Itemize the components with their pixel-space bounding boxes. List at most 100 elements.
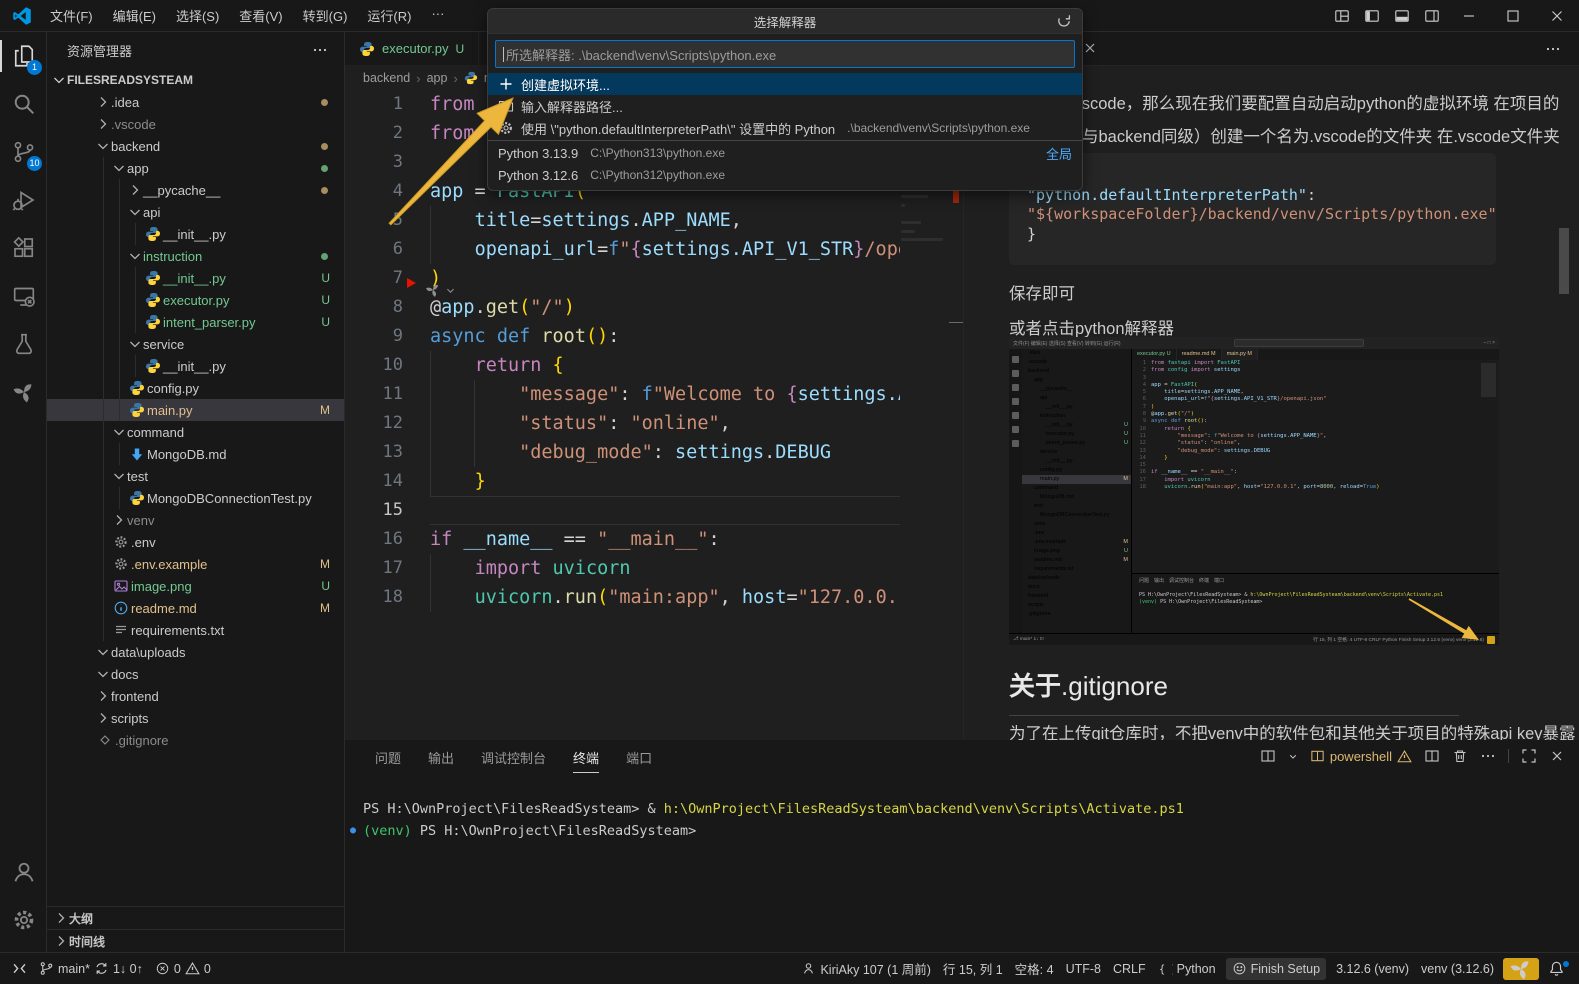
quickpick-item[interactable]: 创建虚拟环境... (488, 73, 1082, 95)
sidebar-section-大纲[interactable]: 大纲 (47, 906, 344, 929)
terminal-output[interactable]: PS H:\OwnProject\FilesReadSysteam> & h:\… (363, 798, 1569, 842)
panel-tab-调试控制台[interactable]: 调试控制台 (481, 748, 546, 773)
activity-source-control[interactable]: 10 (0, 128, 47, 176)
tree-item-datauploads[interactable]: data\uploads (47, 641, 344, 663)
activity-accounts[interactable] (0, 848, 47, 896)
tree-item-__init__.py[interactable]: __init__.pyU (47, 267, 344, 289)
menu-item[interactable]: 文件(F) (42, 3, 101, 28)
panel-tab-端口[interactable]: 端口 (626, 748, 652, 773)
activity-ai-extension[interactable] (0, 368, 47, 416)
close-tab-icon[interactable] (1082, 40, 1098, 56)
more-actions-icon[interactable] (312, 42, 328, 58)
tree-item-app[interactable]: app (47, 157, 344, 179)
code-line: @app.get("/") (430, 293, 900, 322)
status-item-Python[interactable]: { }Python (1152, 958, 1222, 980)
tree-item-frontend[interactable]: frontend (47, 685, 344, 707)
tree-item-main.py[interactable]: main.pyM (47, 399, 344, 421)
menu-item[interactable]: 选择(S) (168, 3, 227, 28)
git-branch-status[interactable]: main*1↓ 0↑ (33, 958, 149, 980)
more-actions-icon[interactable] (1545, 41, 1561, 57)
tree-item-MongoDB.md[interactable]: MongoDB.md (47, 443, 344, 465)
toggle-panel-icon[interactable] (1387, 2, 1417, 30)
close-button[interactable] (1535, 0, 1579, 32)
status-item-UTF8[interactable]: UTF-8 (1060, 958, 1107, 980)
interpreter-input[interactable]: 所选解释器: .\backend\venv\Scripts\python.exe (495, 40, 1075, 68)
status-item-pinwheel[interactable] (1503, 958, 1539, 980)
activity-settings[interactable] (0, 896, 47, 944)
remote-indicator[interactable] (6, 958, 33, 980)
activity-extensions[interactable] (0, 224, 47, 272)
toggle-sidebar-icon[interactable] (1357, 2, 1387, 30)
tree-item-command[interactable]: command (47, 421, 344, 443)
tree-item-.gitignore[interactable]: .gitignore (47, 729, 344, 751)
quickpick-item[interactable]: 使用 \"python.defaultInterpreterPath\" 设置中… (488, 117, 1082, 139)
tree-item-__pycache__[interactable]: __pycache__ (47, 179, 344, 201)
panel-tab-输出[interactable]: 输出 (428, 748, 454, 773)
terminal-shell-label[interactable]: powershell (1310, 748, 1412, 764)
tree-item-__init__.py[interactable]: __init__.py (47, 223, 344, 245)
menu-item[interactable]: 查看(V) (231, 3, 290, 28)
tree-item-backend[interactable]: backend (47, 135, 344, 157)
status-item-3126venv[interactable]: 3.12.6 (venv) (1330, 958, 1415, 980)
activity-run-debug[interactable] (0, 176, 47, 224)
status-item-venv3126[interactable]: venv (3.12.6) (1415, 958, 1500, 980)
tree-item-.vscode[interactable]: .vscode (47, 113, 344, 135)
tab-executor-py[interactable]: executor.py U (345, 32, 479, 65)
quickpick-item[interactable]: 输入解释器路径... (488, 95, 1082, 117)
activity-testing[interactable] (0, 320, 47, 368)
minimize-button[interactable] (1447, 0, 1491, 32)
activity-remote-explorer[interactable] (0, 272, 47, 320)
tree-item-intent_parser.py[interactable]: intent_parser.pyU (47, 311, 344, 333)
status-item-4[interactable]: 空格: 4 (1009, 958, 1060, 980)
tree-item-scripts[interactable]: scripts (47, 707, 344, 729)
refresh-icon[interactable] (1056, 13, 1072, 29)
chevron-down-icon[interactable] (1288, 751, 1298, 762)
tree-item-config.py[interactable]: config.py (47, 377, 344, 399)
panel-tab-终端[interactable]: 终端 (573, 748, 599, 773)
close-panel-icon[interactable] (1549, 748, 1565, 764)
scrollbar[interactable] (1559, 228, 1569, 294)
tree-item-api[interactable]: api (47, 201, 344, 223)
tree-item-executor.py[interactable]: executor.pyU (47, 289, 344, 311)
status-item-KiriAky1071[interactable]: KiriAky 107 (1 周前) (795, 958, 936, 980)
copilot-inline-icon[interactable] (425, 282, 456, 298)
menu-item[interactable]: ··· (423, 3, 452, 28)
customize-layout-icon[interactable] (1327, 2, 1357, 30)
tree-item-requirements.txt[interactable]: requirements.txt (47, 619, 344, 641)
activity-explorer[interactable]: 1 (0, 32, 47, 80)
status-item-CRLF[interactable]: CRLF (1107, 958, 1152, 980)
tree-item-readme.md[interactable]: readme.mdM (47, 597, 344, 619)
tree-item-venv[interactable]: venv (47, 509, 344, 531)
tree-item-__init__.py[interactable]: __init__.py (47, 355, 344, 377)
tree-item-.env[interactable]: .env (47, 531, 344, 553)
tree-item-MongoDBConnectionTest.py[interactable]: MongoDBConnectionTest.py (47, 487, 344, 509)
activity-search[interactable] (0, 80, 47, 128)
tree-item-test[interactable]: test (47, 465, 344, 487)
menu-item[interactable]: 运行(R) (359, 3, 419, 28)
toggle-secondary-sidebar-icon[interactable] (1417, 2, 1447, 30)
maximize-button[interactable] (1491, 0, 1535, 32)
maximize-panel-icon[interactable] (1521, 748, 1537, 764)
tree-item-.idea[interactable]: .idea (47, 91, 344, 113)
sidebar-section-时间线[interactable]: 时间线 (47, 929, 344, 952)
quickpick-item[interactable]: Python 3.12.6C:\Python312\python.exe (488, 164, 1082, 186)
quickpick-item[interactable]: Python 3.13.9C:\Python313\python.exe全局 (488, 142, 1082, 164)
status-item-FinishSetup[interactable]: Finish Setup (1226, 958, 1326, 980)
menu-item[interactable]: 转到(G) (295, 3, 356, 28)
tree-item-image.png[interactable]: image.pngU (47, 575, 344, 597)
more-actions-icon[interactable] (1480, 748, 1496, 764)
kill-terminal-icon[interactable] (1452, 748, 1468, 764)
split-icon[interactable] (1424, 748, 1440, 764)
problems-status[interactable]: 00 (149, 958, 217, 980)
tree-item-.env.example[interactable]: .env.exampleM (47, 553, 344, 575)
status-item-bell[interactable] (1542, 958, 1571, 980)
tree-item-service[interactable]: service (47, 333, 344, 355)
scroll-down-icon[interactable]: ▼ (1564, 726, 1574, 737)
status-item-151[interactable]: 行 15, 列 1 (937, 958, 1009, 980)
menu-item[interactable]: 编辑(E) (105, 3, 164, 28)
tree-item-docs[interactable]: docs (47, 663, 344, 685)
tree-item-instruction[interactable]: instruction (47, 245, 344, 267)
workspace-section-header[interactable]: FILESREADSYSTEAM (47, 68, 344, 91)
split-terminal-icon[interactable] (1260, 748, 1276, 764)
panel-tab-问题[interactable]: 问题 (375, 748, 401, 773)
